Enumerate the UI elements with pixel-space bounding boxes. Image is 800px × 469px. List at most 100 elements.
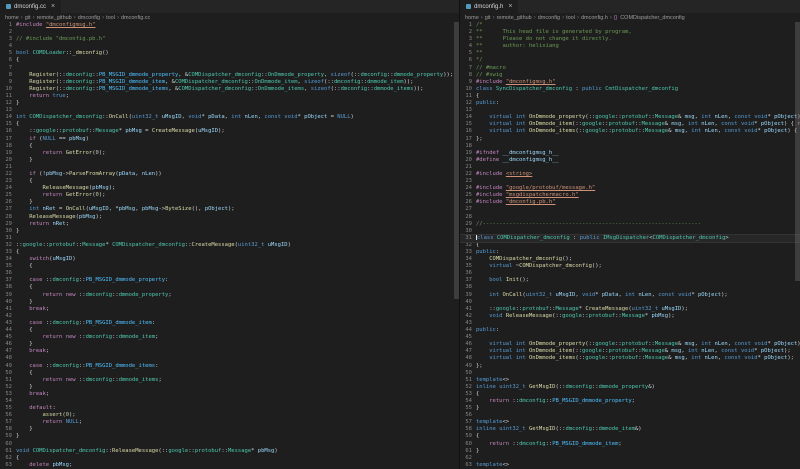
breadcrumb-item[interactable]: dmconfig.h	[581, 15, 608, 21]
code-line[interactable]: 55 default:	[0, 405, 459, 412]
code-line[interactable]: 14 virtual int OnDmmode_property(::googl…	[460, 114, 800, 121]
code-line[interactable]: 36	[460, 270, 800, 277]
code-line[interactable]: 44public:	[460, 327, 800, 334]
code-line[interactable]: 8 Register(::dmconfig::PB_MSGID_dmmode_p…	[0, 72, 459, 79]
code-line[interactable]: 20#define __dmconfigmsg_h__	[460, 157, 800, 164]
code-line[interactable]: 15 virtual int OnDmmode_item(::google::p…	[460, 121, 800, 128]
code-line[interactable]: 63template<>	[460, 462, 800, 469]
breadcrumb-item[interactable]: tool	[106, 15, 115, 21]
code-line[interactable]: 45 return new ::dmconfig::dmmode_item;	[0, 334, 459, 341]
code-line[interactable]: 3// #include "dmconfig.pb.h"	[0, 36, 459, 43]
code-line[interactable]: 61void COMDispatcher_dmconfig::ReleaseMe…	[0, 448, 459, 455]
code-line[interactable]: 32::google::protobuf::Message* COMDispat…	[0, 242, 459, 249]
code-line[interactable]: 27	[460, 206, 800, 213]
code-line[interactable]: 14int COMDispatcher_dmconfig::OnCall(uin…	[0, 114, 459, 121]
code-line[interactable]: 58 }	[0, 426, 459, 433]
code-line[interactable]: 43	[460, 320, 800, 327]
code-line[interactable]: 1#include "dmconfigmsg.h"	[0, 22, 459, 29]
code-line[interactable]: 18 {	[0, 143, 459, 150]
breadcrumb-symbol[interactable]: COMDispatcher_dmconfig	[620, 15, 685, 21]
code-line[interactable]: 19#ifndef __dmconfigmsg_h__	[460, 150, 800, 157]
code-line[interactable]: 33public:	[460, 249, 800, 256]
code-line[interactable]: 63 delete pbMsg;	[0, 462, 459, 469]
code-line[interactable]: 25#include "msgdispatchermacro.h"	[460, 192, 800, 199]
code-line[interactable]: 12}	[0, 100, 459, 107]
code-line[interactable]: 2** This head file is generated by progr…	[460, 29, 800, 36]
breadcrumb-item[interactable]: git	[485, 15, 491, 21]
scrollbar-right[interactable]	[795, 22, 800, 469]
code-line[interactable]: 3** Please do not change it directly.	[460, 36, 800, 43]
code-line[interactable]: 21	[460, 164, 800, 171]
breadcrumb-item[interactable]: home	[465, 15, 479, 21]
code-line[interactable]: 22 if (!pbMsg->ParseFromArray(pData, nLe…	[0, 171, 459, 178]
code-line[interactable]: 5**	[460, 50, 800, 57]
code-line[interactable]: 30	[460, 228, 800, 235]
code-line[interactable]: 28	[460, 214, 800, 221]
code-line[interactable]: 52 }	[0, 384, 459, 391]
scrollbar-left[interactable]	[454, 22, 459, 469]
code-line[interactable]: 16 virtual int OnDmmode_items(::google::…	[460, 128, 800, 135]
code-line[interactable]: 44 {	[0, 327, 459, 334]
code-line[interactable]: 28 ReleaseMessage(pbMsg);	[0, 214, 459, 221]
code-line[interactable]: 41 break;	[0, 306, 459, 313]
code-line[interactable]: 50 {	[0, 370, 459, 377]
code-line[interactable]: 54	[0, 398, 459, 405]
code-line[interactable]: 9#include "dmconfigmsg.h"	[460, 79, 800, 86]
code-line[interactable]: 38	[460, 284, 800, 291]
code-line[interactable]: 25 return GetError(0);	[0, 192, 459, 199]
code-line[interactable]: 56	[460, 412, 800, 419]
code-line[interactable]: 59{	[460, 433, 800, 440]
code-line[interactable]: 26 }	[0, 199, 459, 206]
code-line[interactable]: 1/*	[460, 22, 800, 29]
code-line[interactable]: 15{	[0, 121, 459, 128]
code-line[interactable]: 23	[460, 178, 800, 185]
code-line[interactable]: 48	[0, 355, 459, 362]
code-line[interactable]: 23 {	[0, 178, 459, 185]
code-line[interactable]: 47 virtual int OnDmmode_item(::google::p…	[460, 348, 800, 355]
code-line[interactable]: 59}	[0, 433, 459, 440]
code-line[interactable]: 10class SyncDispatcher_dmconfig : public…	[460, 86, 800, 93]
breadcrumb-item[interactable]: remote_github	[497, 15, 532, 21]
code-line[interactable]: 60	[0, 441, 459, 448]
breadcrumb-item[interactable]: git	[25, 15, 31, 21]
code-line[interactable]: 38 {	[0, 284, 459, 291]
code-line[interactable]: 42	[0, 313, 459, 320]
code-line[interactable]: 22#include <string>	[460, 171, 800, 178]
code-line[interactable]: 62{	[0, 455, 459, 462]
code-line[interactable]: 9 Register(::dmconfig::PB_MSGID_dmmode_i…	[0, 79, 459, 86]
code-line[interactable]: 11{	[460, 93, 800, 100]
code-line[interactable]: 29//------------------------------------…	[460, 221, 800, 228]
code-line[interactable]: 19 return GetError(0);	[0, 150, 459, 157]
code-line[interactable]: 8// #swig	[460, 72, 800, 79]
code-line[interactable]: 41 ::google::protobuf::Message* CreateMe…	[460, 306, 800, 313]
code-line[interactable]: 11 return true;	[0, 93, 459, 100]
code-line[interactable]: 42 void ReleaseMessage(::google::protobu…	[460, 313, 800, 320]
code-line[interactable]: 30}	[0, 228, 459, 235]
code-line[interactable]: 58inline uint32_t GetMsgID(::dmconfig::d…	[460, 426, 800, 433]
code-line[interactable]: 27 int nRet = OnCall(uMsgID, *pbMsg, pbM…	[0, 206, 459, 213]
code-line[interactable]: 7// #macro	[460, 65, 800, 72]
code-line[interactable]: 46 }	[0, 341, 459, 348]
code-line[interactable]: 52inline uint32_t GetMsgID(::dmconfig::d…	[460, 384, 800, 391]
code-line[interactable]: 37 bool Init();	[460, 277, 800, 284]
scrollbar-thumb[interactable]	[454, 22, 459, 299]
code-line[interactable]: 32{	[460, 242, 800, 249]
scrollbar-thumb[interactable]	[795, 22, 800, 281]
tab-dmconfig-h[interactable]: dmconfig.h ×	[460, 0, 519, 13]
tab-dmconfig-cc[interactable]: dmconfig.cc ×	[0, 0, 62, 13]
code-line[interactable]: 5bool COMDLoader::_dmconfig()	[0, 50, 459, 57]
code-line[interactable]: 62	[460, 455, 800, 462]
code-line[interactable]: 7	[0, 65, 459, 72]
code-line[interactable]: 57 return NULL;	[0, 419, 459, 426]
code-line[interactable]: 13	[0, 107, 459, 114]
close-icon[interactable]: ×	[508, 3, 512, 10]
code-line[interactable]: 46 virtual int OnDmmode_property(::googl…	[460, 341, 800, 348]
code-line[interactable]: 12public:	[460, 100, 800, 107]
code-line[interactable]: 35 virtual ~COMDispatcher_dmconfig();	[460, 263, 800, 270]
code-line[interactable]: 55}	[460, 405, 800, 412]
code-line[interactable]: 53 break;	[0, 391, 459, 398]
breadcrumb-item[interactable]: home	[5, 15, 19, 21]
code-line[interactable]: 49};	[460, 363, 800, 370]
code-line[interactable]: 24#include "google/protobuf/message.h"	[460, 185, 800, 192]
code-line[interactable]: 4** author: helixiang	[460, 43, 800, 50]
